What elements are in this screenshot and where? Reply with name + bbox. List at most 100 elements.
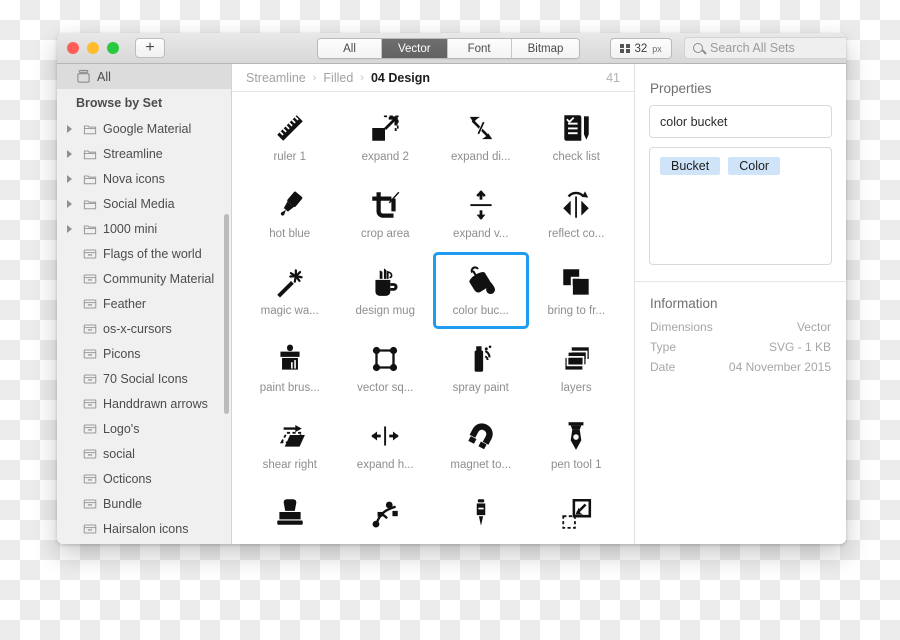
segment-all[interactable]: All [318, 39, 382, 58]
icon-size-button[interactable]: 32 px [610, 38, 672, 59]
icon-caption: color buc... [452, 305, 509, 317]
window-body: All Browse by Set Google Material Streaml… [57, 64, 846, 544]
tag-color[interactable]: Color [728, 157, 781, 175]
sidebar-item-octicons[interactable]: Octicons [57, 466, 231, 491]
sidebar-item-picons[interactable]: Picons [57, 341, 231, 366]
breadcrumb-part-1[interactable]: Streamline [246, 71, 306, 85]
sidebar-item-1000-mini[interactable]: 1000 mini [57, 216, 231, 241]
spray-paint-icon [436, 338, 526, 380]
icon-cell[interactable]: spray paint [433, 329, 529, 406]
sidebar-item-streamline[interactable]: Streamline [57, 141, 231, 166]
sidebar-item-70-social-icons[interactable]: 70 Social Icons [57, 366, 231, 391]
icon-caption: shear right [262, 459, 317, 471]
shear-right-icon [245, 415, 335, 457]
information-row: Dimensions Vector [649, 317, 832, 337]
icon-set-icon [83, 298, 97, 309]
sidebar[interactable]: All Browse by Set Google Material Streaml… [57, 64, 232, 544]
icon-set-icon [83, 498, 97, 509]
magic-wand-icon [245, 261, 335, 303]
icon-grid-scroll-area[interactable]: ruler 1 expand 2 expand di... check list hot… [232, 92, 634, 544]
sidebar-item-label: Picons [103, 346, 141, 361]
icon-cell[interactable] [529, 483, 625, 544]
sidebar-scrollbar[interactable] [224, 214, 229, 414]
icon-cell[interactable]: reflect co... [529, 175, 625, 252]
tags-box[interactable]: Bucket Color [649, 147, 832, 265]
breadcrumb-part-2[interactable]: Filled [323, 71, 353, 85]
sidebar-item-logo-s[interactable]: Logo's [57, 416, 231, 441]
sidebar-item-nova-icons[interactable]: Nova icons [57, 166, 231, 191]
close-window-button[interactable] [67, 42, 79, 54]
segment-vector[interactable]: Vector [382, 39, 448, 58]
icon-cell[interactable]: check list [529, 98, 625, 175]
sidebar-item-hairsalon-icons[interactable]: Hairsalon icons [57, 516, 231, 541]
icon-cell[interactable]: crop area [338, 175, 434, 252]
sidebar-item-google-material[interactable]: Google Material [57, 116, 231, 141]
icon-caption: expand di... [451, 151, 511, 163]
sidebar-item-bundle[interactable]: Bundle [57, 491, 231, 516]
icon-cell[interactable]: hot blue [242, 175, 338, 252]
icon-cell[interactable] [338, 483, 434, 544]
sidebar-item-social-media[interactable]: Social Media [57, 191, 231, 216]
sidebar-item-flags-of-the-world[interactable]: Flags of the world [57, 241, 231, 266]
icon-cell[interactable] [433, 483, 529, 544]
icon-name-value: color bucket [660, 114, 728, 129]
sidebar-item-os-x-cursors[interactable]: os-x-cursors [57, 316, 231, 341]
information-value: SVG - 1 KB [768, 340, 831, 354]
icon-set-icon [83, 373, 97, 384]
panel-divider [635, 281, 846, 282]
disclosure-triangle-icon[interactable] [67, 224, 76, 233]
search-input[interactable]: Search All Sets [684, 37, 846, 59]
icon-cell[interactable]: expand h... [338, 406, 434, 483]
sidebar-sets-group: Flags of the world Community Material Feat… [57, 241, 231, 541]
folder-icon [83, 175, 97, 184]
sidebar-item-feather[interactable]: Feather [57, 291, 231, 316]
tag-bucket[interactable]: Bucket [660, 157, 721, 175]
sidebar-item-social[interactable]: social [57, 441, 231, 466]
icon-caption: check list [552, 151, 600, 163]
stamp-icon [245, 492, 335, 534]
minimize-window-button[interactable] [87, 42, 99, 54]
icon-cell[interactable]: shear right [242, 406, 338, 483]
icon-cell[interactable]: expand di... [433, 98, 529, 175]
sidebar-item-label: os-x-cursors [103, 321, 172, 336]
information-label: Dimensions [650, 320, 713, 334]
add-set-button[interactable]: + [135, 38, 165, 58]
information-value: 04 November 2015 [728, 360, 831, 374]
disclosure-triangle-icon[interactable] [67, 124, 76, 133]
icon-cell[interactable]: magnet to... [433, 406, 529, 483]
disclosure-triangle-icon[interactable] [67, 149, 76, 158]
sidebar-item-handdrawn-arrows[interactable]: Handdrawn arrows [57, 391, 231, 416]
zoom-window-button[interactable] [107, 42, 119, 54]
icon-cell[interactable]: magic wa... [242, 252, 338, 329]
breadcrumb-part-3[interactable]: 04 Design [371, 71, 430, 85]
icon-cell[interactable]: pen tool 1 [529, 406, 625, 483]
breadcrumb: Streamline › Filled › 04 Design 41 [232, 64, 634, 92]
disclosure-triangle-icon[interactable] [67, 199, 76, 208]
disclosure-triangle-icon[interactable] [67, 174, 76, 183]
icon-cell[interactable]: bring to fr... [529, 252, 625, 329]
expand-diagonal-icon [436, 107, 526, 149]
icon-cell[interactable]: layers [529, 329, 625, 406]
icon-cell[interactable]: ruler 1 [242, 98, 338, 175]
icon-name-field[interactable]: color bucket [649, 105, 832, 138]
icon-cell[interactable]: expand 2 [338, 98, 434, 175]
icon-cell[interactable]: paint brus... [242, 329, 338, 406]
segment-bitmap[interactable]: Bitmap [511, 39, 580, 58]
icon-cell[interactable]: design mug [338, 252, 434, 329]
icon-cell[interactable]: color buc... [433, 252, 529, 329]
icon-cell[interactable]: expand v... [433, 175, 529, 252]
icon-set-icon [83, 523, 97, 534]
search-icon [693, 43, 703, 53]
sidebar-item-community-material[interactable]: Community Material [57, 266, 231, 291]
type-filter-segmented-control[interactable]: All Vector Font Bitmap [317, 38, 581, 59]
icon-cell[interactable] [242, 483, 338, 544]
ruler-icon [245, 107, 335, 149]
sidebar-item-label: Community Material [103, 271, 215, 286]
sidebar-item-all[interactable]: All [57, 64, 231, 89]
icon-cell[interactable]: vector sq... [338, 329, 434, 406]
segment-font[interactable]: Font [447, 39, 512, 58]
